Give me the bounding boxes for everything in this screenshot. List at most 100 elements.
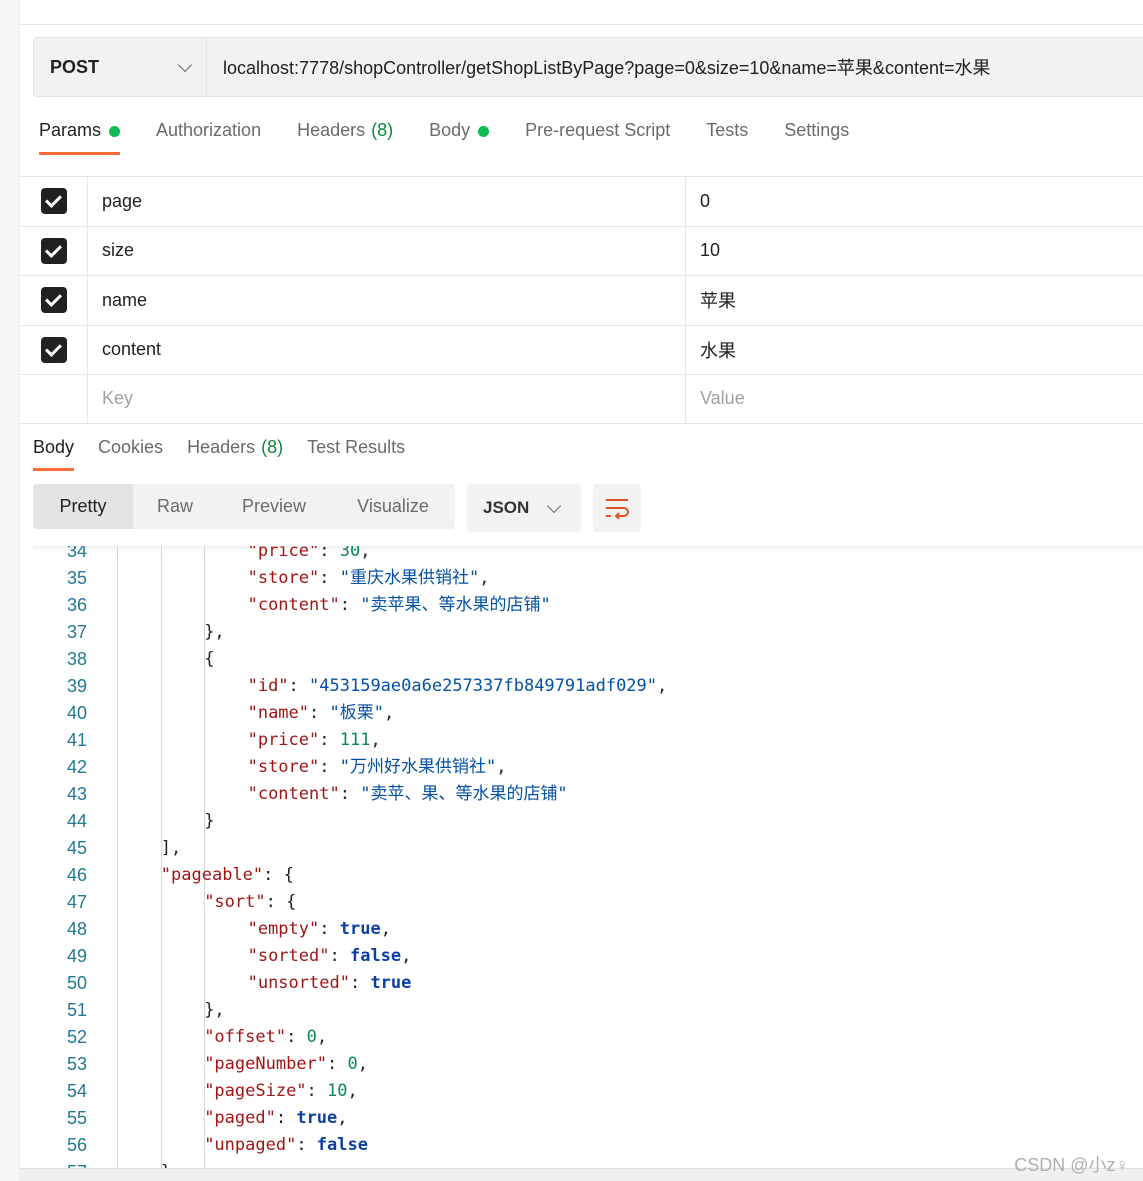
tab-label: Authorization — [156, 120, 262, 140]
code-text: }, — [204, 619, 224, 646]
tab-params[interactable]: Params — [39, 120, 121, 156]
code-text: "id": "453159ae0a6e257337fb849791adf029"… — [248, 673, 668, 700]
token: : — [327, 1054, 348, 1074]
line-number: 36 — [66, 595, 87, 615]
response-tabs: Body Cookies Headers (8) Test Results — [33, 437, 429, 473]
method-label: POST — [50, 56, 100, 77]
tab-label: Body — [33, 437, 75, 457]
param-key[interactable]: name — [88, 276, 686, 325]
line-number: 50 — [66, 973, 87, 993]
token: "price" — [247, 730, 320, 750]
tab-authorization[interactable]: Authorization — [156, 120, 261, 156]
line-number: 43 — [66, 784, 87, 804]
token: "id" — [247, 676, 289, 696]
token: : — [339, 784, 361, 804]
status-dot-icon — [109, 126, 121, 137]
param-row: content 水果 — [20, 324, 1143, 374]
param-key[interactable]: content — [88, 325, 686, 374]
token: "empty" — [247, 919, 320, 939]
response-tab-headers[interactable]: Headers (8) — [187, 437, 283, 473]
tab-label: Body — [429, 120, 471, 140]
token: , — [401, 946, 412, 966]
token: : { — [265, 892, 297, 912]
token: "offset" — [204, 1027, 287, 1047]
checkbox-checked-icon[interactable] — [40, 188, 67, 215]
param-checkbox-cell — [20, 226, 88, 275]
checkbox-checked-icon[interactable] — [40, 336, 67, 363]
request-bar: POST localhost:7778/shopController/getSh… — [33, 37, 1143, 97]
line-number: 55 — [66, 1108, 87, 1128]
checkbox-checked-icon[interactable] — [40, 237, 67, 264]
token: "unsorted" — [247, 973, 350, 993]
tab-tests[interactable]: Tests — [706, 120, 748, 156]
url-input[interactable]: localhost:7778/shopController/getShopLis… — [207, 54, 991, 80]
view-pretty[interactable]: Pretty — [33, 484, 133, 529]
param-key[interactable]: size — [88, 226, 686, 275]
code-line: 56 "unpaged": false — [33, 1132, 1143, 1159]
tab-settings[interactable]: Settings — [784, 120, 849, 156]
token: false — [349, 946, 402, 966]
response-tab-body[interactable]: Body — [33, 437, 75, 473]
line-number: 38 — [66, 649, 87, 669]
token: ], — [160, 838, 182, 858]
token: 111 — [339, 730, 371, 750]
param-value[interactable]: 10 — [686, 240, 720, 261]
param-row: name 苹果 — [20, 275, 1143, 325]
code-line: 50 "unsorted": true — [33, 970, 1143, 997]
response-body-code[interactable]: 34 "price": 30, 35 "store": "重庆水果供销社", 36 "co… — [33, 546, 1143, 1169]
code-line: 46 "pageable": { — [33, 862, 1143, 889]
format-label: JSON — [483, 498, 530, 517]
code-text: "pageNumber": 0, — [204, 1051, 368, 1078]
code-text: }, — [204, 997, 224, 1024]
token: "pageNumber" — [204, 1054, 328, 1074]
tab-pre-request-script[interactable]: Pre-request Script — [525, 120, 670, 156]
response-tab-cookies[interactable]: Cookies — [98, 437, 163, 473]
param-key[interactable]: page — [88, 177, 686, 226]
view-visualize[interactable]: Visualize — [331, 484, 455, 529]
tab-label: Headers — [297, 120, 366, 140]
format-select[interactable]: JSON — [467, 484, 581, 532]
line-number: 46 — [66, 865, 87, 885]
view-raw[interactable]: Raw — [133, 484, 217, 529]
tab-headers[interactable]: Headers (8) — [297, 120, 393, 156]
line-number: 51 — [66, 1000, 87, 1020]
status-strip — [20, 1168, 1143, 1181]
code-line: 49 "sorted": false, — [33, 943, 1143, 970]
response-tab-test-results[interactable]: Test Results — [307, 437, 405, 473]
checkbox-checked-icon[interactable] — [40, 287, 67, 314]
token: "板栗" — [329, 703, 384, 723]
token: true — [339, 919, 381, 939]
request-tabs: Params Authorization Headers (8) Body Pre-req… — [39, 120, 885, 156]
wrap-lines-button[interactable] — [593, 484, 641, 532]
token: : — [329, 946, 350, 966]
token: }, — [204, 1000, 225, 1020]
tab-count: (8) — [261, 437, 284, 457]
code-line: 55 "paged": true, — [33, 1105, 1143, 1132]
param-row: size 10 — [20, 225, 1143, 275]
param-value-input[interactable]: Value — [686, 388, 745, 409]
line-number: 41 — [66, 730, 87, 750]
code-line: 47 "sort": { — [33, 889, 1143, 916]
param-checkbox-cell — [20, 325, 88, 374]
method-select[interactable]: POST — [34, 38, 207, 96]
line-number: 39 — [66, 676, 87, 696]
tab-label: Headers — [187, 437, 256, 457]
token: , — [337, 1108, 348, 1128]
tab-label: Params — [39, 120, 102, 140]
line-number: 56 — [66, 1135, 87, 1155]
param-value[interactable]: 苹果 — [686, 287, 736, 313]
view-preview[interactable]: Preview — [217, 484, 331, 529]
param-row-empty: Key Value — [20, 374, 1143, 424]
tab-body[interactable]: Body — [429, 120, 490, 156]
code-text: "offset": 0, — [204, 1024, 327, 1051]
param-value[interactable]: 水果 — [686, 337, 736, 363]
token: , — [370, 730, 381, 750]
token: "重庆水果供销社" — [339, 568, 480, 588]
token: : — [286, 1027, 307, 1047]
code-line: 45], — [33, 835, 1143, 862]
token: : — [306, 1081, 328, 1101]
chevron-down-icon — [546, 498, 562, 513]
param-value[interactable]: 0 — [686, 191, 710, 212]
param-key-input[interactable]: Key — [88, 375, 686, 423]
token: "store" — [247, 568, 320, 588]
